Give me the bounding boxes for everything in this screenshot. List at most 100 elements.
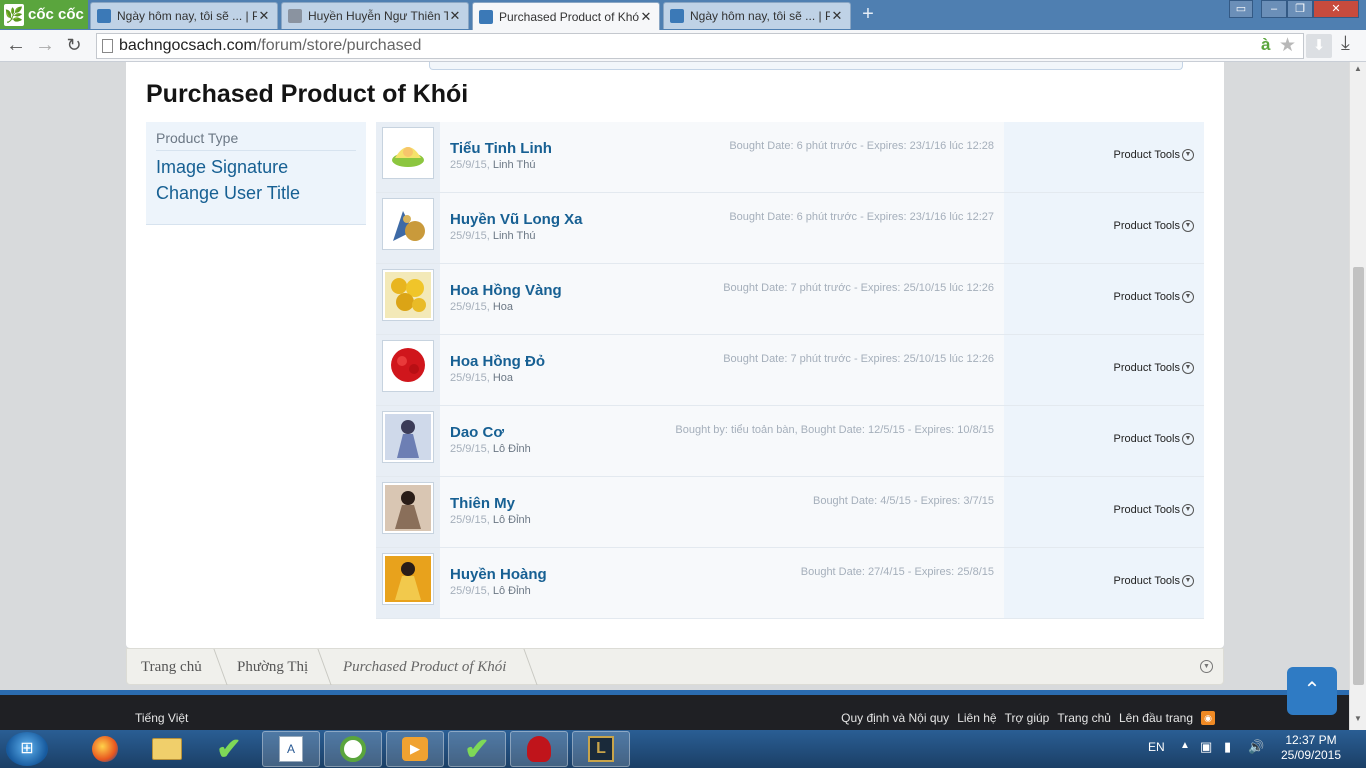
back-arrow-icon[interactable]: ← bbox=[4, 34, 28, 58]
product-row: Hoa Hồng Đỏ 25/9/15, Hoa Bought Date: 7 … bbox=[376, 335, 1204, 406]
clock-date: 25/09/2015 bbox=[1280, 748, 1342, 762]
thumb-cell bbox=[376, 264, 440, 334]
product-thumbnail[interactable] bbox=[382, 340, 434, 392]
bookmark-star-icon[interactable]: ★ bbox=[1279, 34, 1296, 57]
checkmark-app-icon[interactable]: ✔ bbox=[200, 731, 258, 767]
breadcrumb-home[interactable]: Trang chủ bbox=[141, 659, 202, 676]
firefox-icon[interactable] bbox=[76, 731, 134, 767]
breadcrumb-market[interactable]: Phường Thị bbox=[237, 659, 308, 676]
minimize-button[interactable]: – bbox=[1261, 0, 1287, 18]
product-thumbnail[interactable] bbox=[382, 269, 434, 321]
product-tools-menu[interactable]: Product Tools ▼ bbox=[1114, 575, 1194, 587]
product-tools-menu[interactable]: Product Tools ▼ bbox=[1114, 433, 1194, 445]
main-content: Purchased Product of Khói Product Type I… bbox=[126, 62, 1224, 648]
product-meta: 25/9/15, Hoa bbox=[450, 301, 514, 313]
breadcrumb-current: Purchased Product of Khói bbox=[343, 659, 507, 675]
coccoc-browser-icon[interactable] bbox=[324, 731, 382, 767]
footer-link-help[interactable]: Trợ giúp bbox=[1005, 711, 1050, 725]
product-thumbnail[interactable] bbox=[382, 127, 434, 179]
browser-tab-2[interactable]: Huyền Huyễn Ngư Thiên T ✕ bbox=[281, 2, 469, 29]
reload-icon[interactable]: ↻ bbox=[62, 34, 86, 58]
sidebar-link-image-signature[interactable]: Image Signature bbox=[156, 157, 356, 178]
chevron-down-icon[interactable]: ▼ bbox=[1200, 660, 1213, 673]
download-icon[interactable]: ⬇ bbox=[1306, 34, 1332, 58]
footer-link-rules[interactable]: Quy định và Nội quy bbox=[841, 711, 949, 725]
menu-icon[interactable]: ⤓ bbox=[1341, 32, 1350, 55]
page-favicon-icon bbox=[288, 9, 302, 23]
url-domain: bachngocsach.com bbox=[119, 37, 257, 54]
breadcrumb: Trang chủ Phường Thị Purchased Product o… bbox=[126, 648, 1224, 685]
product-date: 25/9/15 bbox=[450, 585, 487, 597]
product-meta: 25/9/15, Lô Đỉnh bbox=[450, 443, 531, 455]
close-tab-icon[interactable]: ✕ bbox=[830, 8, 844, 24]
clock-time: 12:37 PM bbox=[1285, 733, 1337, 747]
rss-icon[interactable]: ◉ bbox=[1201, 711, 1215, 725]
breadcrumb-separator bbox=[202, 649, 228, 685]
close-tab-icon[interactable]: ✕ bbox=[639, 9, 653, 25]
file-explorer-icon[interactable] bbox=[138, 731, 196, 767]
product-type-sidebar: Product Type Image Signature Change User… bbox=[146, 122, 366, 225]
product-name-link[interactable]: Huyền Hoàng bbox=[450, 566, 547, 583]
chevron-down-icon: ▼ bbox=[1182, 433, 1194, 445]
product-name-link[interactable]: Huyền Vũ Long Xa bbox=[450, 211, 583, 228]
tray-expand-icon[interactable]: ▲ bbox=[1180, 740, 1190, 751]
checkmark-app-open-icon[interactable]: ✔ bbox=[448, 731, 506, 767]
input-language[interactable]: EN bbox=[1148, 740, 1165, 754]
product-tools-menu[interactable]: Product Tools ▼ bbox=[1114, 504, 1194, 516]
power-icon[interactable]: ▮ bbox=[1224, 739, 1231, 755]
product-name-link[interactable]: Dao Cơ bbox=[450, 424, 504, 441]
network-icon[interactable]: ▣ bbox=[1200, 739, 1212, 755]
new-tab-button[interactable]: + bbox=[858, 4, 878, 25]
purchase-info: Bought Date: 6 phút trước - Expires: 23/… bbox=[729, 140, 994, 152]
product-tools-menu[interactable]: Product Tools ▼ bbox=[1114, 362, 1194, 374]
profile-button[interactable]: ▭ bbox=[1229, 0, 1253, 18]
league-of-legends-icon[interactable]: L bbox=[572, 731, 630, 767]
system-clock[interactable]: 12:37 PM 25/09/2015 bbox=[1278, 733, 1344, 763]
close-tab-icon[interactable]: ✕ bbox=[257, 8, 271, 24]
product-thumbnail[interactable] bbox=[382, 553, 434, 605]
footer-link-top[interactable]: Lên đầu trang bbox=[1119, 711, 1193, 725]
forward-arrow-icon[interactable]: → bbox=[33, 34, 57, 58]
sidebar-link-change-user-title[interactable]: Change User Title bbox=[156, 183, 356, 204]
product-tools-menu[interactable]: Product Tools ▼ bbox=[1114, 149, 1194, 161]
browser-tab-1[interactable]: Ngày hôm nay, tôi sẽ ... | P ✕ bbox=[90, 2, 278, 29]
red-roses-image bbox=[385, 343, 431, 389]
product-tools-menu[interactable]: Product Tools ▼ bbox=[1114, 220, 1194, 232]
footer-link-contact[interactable]: Liên hệ bbox=[957, 711, 996, 725]
close-window-button[interactable]: ✕ bbox=[1313, 0, 1359, 18]
page-scrollbar[interactable]: ▲ ▼ bbox=[1349, 62, 1366, 730]
product-tools-label: Product Tools bbox=[1113, 149, 1180, 161]
scroll-down-icon[interactable]: ▼ bbox=[1350, 714, 1366, 728]
browser-brand-logo[interactable]: 🌿 cốc cốc bbox=[0, 0, 88, 29]
product-date: 25/9/15 bbox=[450, 301, 487, 313]
product-thumbnail[interactable] bbox=[382, 198, 434, 250]
text-editor-icon[interactable]: A bbox=[262, 731, 320, 767]
media-player-icon[interactable]: ▶ bbox=[386, 731, 444, 767]
yellow-roses-image bbox=[385, 272, 431, 318]
game-client-icon[interactable] bbox=[510, 731, 568, 767]
product-tools-menu[interactable]: Product Tools ▼ bbox=[1114, 291, 1194, 303]
start-button[interactable]: ⊞ bbox=[6, 732, 48, 766]
volume-icon[interactable]: 🔊 bbox=[1248, 739, 1264, 755]
chevron-down-icon: ▼ bbox=[1182, 291, 1194, 303]
product-name-link[interactable]: Hoa Hồng Vàng bbox=[450, 282, 562, 299]
maximize-button[interactable]: ❐ bbox=[1287, 0, 1313, 18]
footer-links: Quy định và Nội quy Liên hệ Trợ giúp Tra… bbox=[841, 711, 1193, 725]
language-chooser[interactable]: Tiếng Việt bbox=[135, 711, 188, 725]
footer-link-home[interactable]: Trang chủ bbox=[1057, 711, 1111, 725]
url-input[interactable]: bachngocsach.com/forum/store/purchased bbox=[96, 33, 1304, 59]
product-name-link[interactable]: Thiên My bbox=[450, 495, 515, 512]
product-category: Linh Thú bbox=[492, 159, 536, 171]
scroll-to-top-button[interactable]: ⌃ bbox=[1287, 667, 1337, 715]
product-name-link[interactable]: Hoa Hồng Đỏ bbox=[450, 353, 545, 370]
scroll-up-icon[interactable]: ▲ bbox=[1350, 64, 1366, 78]
product-thumbnail[interactable] bbox=[382, 482, 434, 534]
browser-tab-3-active[interactable]: Purchased Product of Khói ✕ bbox=[472, 2, 660, 30]
product-thumbnail[interactable] bbox=[382, 411, 434, 463]
browser-tab-4[interactable]: Ngày hôm nay, tôi sẽ ... | P ✕ bbox=[663, 2, 851, 29]
product-name-link[interactable]: Tiểu Tinh Linh bbox=[450, 140, 552, 157]
url-badge[interactable]: à bbox=[1261, 35, 1270, 55]
scrollbar-thumb[interactable] bbox=[1353, 267, 1364, 685]
close-tab-icon[interactable]: ✕ bbox=[448, 8, 462, 24]
tools-cell: Product Tools ▼ bbox=[1004, 406, 1204, 476]
